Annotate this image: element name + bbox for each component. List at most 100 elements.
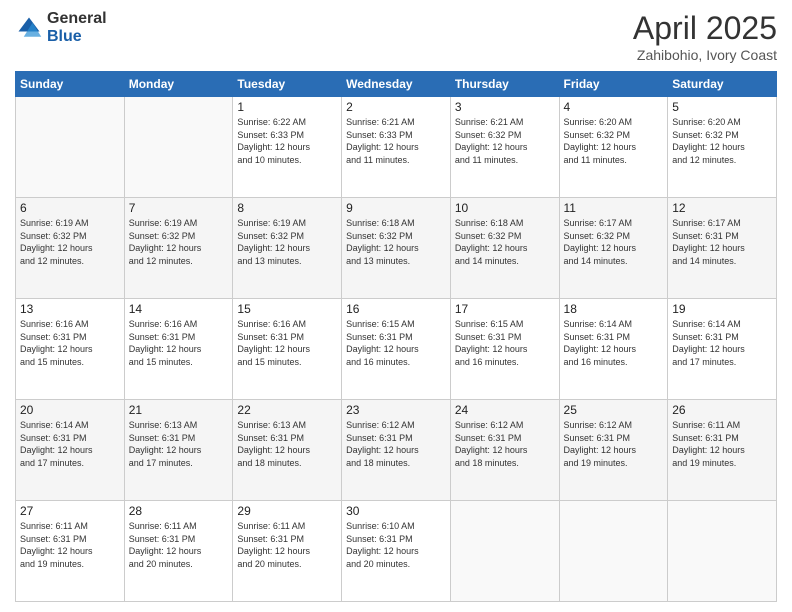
day-info: Sunrise: 6:11 AM Sunset: 6:31 PM Dayligh…	[672, 419, 772, 469]
day-info: Sunrise: 6:18 AM Sunset: 6:32 PM Dayligh…	[346, 217, 446, 267]
day-number: 24	[455, 403, 555, 417]
day-number: 28	[129, 504, 229, 518]
day-number: 2	[346, 100, 446, 114]
day-info: Sunrise: 6:12 AM Sunset: 6:31 PM Dayligh…	[564, 419, 664, 469]
day-number: 3	[455, 100, 555, 114]
col-friday: Friday	[559, 72, 668, 97]
day-number: 30	[346, 504, 446, 518]
day-number: 5	[672, 100, 772, 114]
day-info: Sunrise: 6:15 AM Sunset: 6:31 PM Dayligh…	[346, 318, 446, 368]
day-info: Sunrise: 6:19 AM Sunset: 6:32 PM Dayligh…	[129, 217, 229, 267]
calendar-cell: 27 Sunrise: 6:11 AM Sunset: 6:31 PM Dayli…	[16, 501, 125, 602]
calendar-cell: 3 Sunrise: 6:21 AM Sunset: 6:32 PM Daylig…	[450, 97, 559, 198]
day-info: Sunrise: 6:22 AM Sunset: 6:33 PM Dayligh…	[237, 116, 337, 166]
logo-icon	[15, 14, 43, 42]
calendar-week-5: 27 Sunrise: 6:11 AM Sunset: 6:31 PM Dayli…	[16, 501, 777, 602]
day-number: 9	[346, 201, 446, 215]
calendar-cell: 30 Sunrise: 6:10 AM Sunset: 6:31 PM Dayli…	[342, 501, 451, 602]
day-info: Sunrise: 6:11 AM Sunset: 6:31 PM Dayligh…	[20, 520, 120, 570]
calendar-cell: 2 Sunrise: 6:21 AM Sunset: 6:33 PM Daylig…	[342, 97, 451, 198]
calendar-cell: 15 Sunrise: 6:16 AM Sunset: 6:31 PM Dayli…	[233, 299, 342, 400]
calendar-cell: 5Sunrise: 6:20 AM Sunset: 6:32 PM Daylig…	[668, 97, 777, 198]
calendar-cell: 11Sunrise: 6:17 AM Sunset: 6:32 PM Dayli…	[559, 198, 668, 299]
day-info: Sunrise: 6:10 AM Sunset: 6:31 PM Dayligh…	[346, 520, 446, 570]
calendar-cell: 13 Sunrise: 6:16 AM Sunset: 6:31 PM Dayli…	[16, 299, 125, 400]
logo-text: General Blue	[47, 10, 107, 45]
day-info: Sunrise: 6:21 AM Sunset: 6:33 PM Dayligh…	[346, 116, 446, 166]
day-number: 22	[237, 403, 337, 417]
calendar-week-1: 1 Sunrise: 6:22 AM Sunset: 6:33 PM Daylig…	[16, 97, 777, 198]
calendar-cell: 18Sunrise: 6:14 AM Sunset: 6:31 PM Dayli…	[559, 299, 668, 400]
calendar-cell: 28 Sunrise: 6:11 AM Sunset: 6:31 PM Dayli…	[124, 501, 233, 602]
day-info: Sunrise: 6:21 AM Sunset: 6:32 PM Dayligh…	[455, 116, 555, 166]
logo: General Blue	[15, 10, 107, 45]
logo-general: General	[47, 10, 107, 28]
day-info: Sunrise: 6:11 AM Sunset: 6:31 PM Dayligh…	[129, 520, 229, 570]
col-saturday: Saturday	[668, 72, 777, 97]
col-thursday: Thursday	[450, 72, 559, 97]
col-wednesday: Wednesday	[342, 72, 451, 97]
day-info: Sunrise: 6:18 AM Sunset: 6:32 PM Dayligh…	[455, 217, 555, 267]
day-number: 25	[564, 403, 664, 417]
day-info: Sunrise: 6:13 AM Sunset: 6:31 PM Dayligh…	[129, 419, 229, 469]
day-info: Sunrise: 6:11 AM Sunset: 6:31 PM Dayligh…	[237, 520, 337, 570]
day-number: 29	[237, 504, 337, 518]
day-number: 27	[20, 504, 120, 518]
calendar-table: Sunday Monday Tuesday Wednesday Thursday…	[15, 71, 777, 602]
calendar-cell: 6 Sunrise: 6:19 AM Sunset: 6:32 PM Daylig…	[16, 198, 125, 299]
calendar-cell: 23 Sunrise: 6:12 AM Sunset: 6:31 PM Dayli…	[342, 400, 451, 501]
calendar-cell: 17 Sunrise: 6:15 AM Sunset: 6:31 PM Dayli…	[450, 299, 559, 400]
day-number: 23	[346, 403, 446, 417]
calendar-week-3: 13 Sunrise: 6:16 AM Sunset: 6:31 PM Dayli…	[16, 299, 777, 400]
calendar-subtitle: Zahibohio, Ivory Coast	[633, 47, 777, 63]
calendar-cell	[450, 501, 559, 602]
calendar-cell: 4Sunrise: 6:20 AM Sunset: 6:32 PM Daylig…	[559, 97, 668, 198]
calendar-cell	[559, 501, 668, 602]
calendar-cell: 25 Sunrise: 6:12 AM Sunset: 6:31 PM Dayli…	[559, 400, 668, 501]
page: General Blue April 2025 Zahibohio, Ivory…	[0, 0, 792, 612]
calendar-cell: 29 Sunrise: 6:11 AM Sunset: 6:31 PM Dayli…	[233, 501, 342, 602]
calendar-cell: 1 Sunrise: 6:22 AM Sunset: 6:33 PM Daylig…	[233, 97, 342, 198]
day-info: Sunrise: 6:19 AM Sunset: 6:32 PM Dayligh…	[20, 217, 120, 267]
calendar-cell: 10 Sunrise: 6:18 AM Sunset: 6:32 PM Dayli…	[450, 198, 559, 299]
day-number: 21	[129, 403, 229, 417]
day-info: Sunrise: 6:15 AM Sunset: 6:31 PM Dayligh…	[455, 318, 555, 368]
day-number: 14	[129, 302, 229, 316]
calendar-cell: 26 Sunrise: 6:11 AM Sunset: 6:31 PM Dayli…	[668, 400, 777, 501]
day-number: 6	[20, 201, 120, 215]
calendar-cell: 24 Sunrise: 6:12 AM Sunset: 6:31 PM Dayli…	[450, 400, 559, 501]
day-number: 8	[237, 201, 337, 215]
day-info: Sunrise: 6:14 AM Sunset: 6:31 PM Dayligh…	[564, 318, 664, 368]
day-info: Sunrise: 6:16 AM Sunset: 6:31 PM Dayligh…	[237, 318, 337, 368]
day-number: 20	[20, 403, 120, 417]
calendar-week-4: 20Sunrise: 6:14 AM Sunset: 6:31 PM Dayli…	[16, 400, 777, 501]
calendar-cell	[668, 501, 777, 602]
day-info: Sunrise: 6:14 AM Sunset: 6:31 PM Dayligh…	[672, 318, 772, 368]
calendar-cell: 21 Sunrise: 6:13 AM Sunset: 6:31 PM Dayli…	[124, 400, 233, 501]
calendar-cell: 19 Sunrise: 6:14 AM Sunset: 6:31 PM Dayli…	[668, 299, 777, 400]
calendar-cell: 20Sunrise: 6:14 AM Sunset: 6:31 PM Dayli…	[16, 400, 125, 501]
title-block: April 2025 Zahibohio, Ivory Coast	[633, 10, 777, 63]
day-info: Sunrise: 6:12 AM Sunset: 6:31 PM Dayligh…	[346, 419, 446, 469]
day-info: Sunrise: 6:13 AM Sunset: 6:31 PM Dayligh…	[237, 419, 337, 469]
day-number: 4	[564, 100, 664, 114]
day-number: 10	[455, 201, 555, 215]
day-number: 19	[672, 302, 772, 316]
day-number: 17	[455, 302, 555, 316]
calendar-cell: 8Sunrise: 6:19 AM Sunset: 6:32 PM Daylig…	[233, 198, 342, 299]
day-number: 12	[672, 201, 772, 215]
calendar-cell: 9 Sunrise: 6:18 AM Sunset: 6:32 PM Daylig…	[342, 198, 451, 299]
day-number: 26	[672, 403, 772, 417]
calendar-cell: 7 Sunrise: 6:19 AM Sunset: 6:32 PM Daylig…	[124, 198, 233, 299]
day-info: Sunrise: 6:12 AM Sunset: 6:31 PM Dayligh…	[455, 419, 555, 469]
day-info: Sunrise: 6:16 AM Sunset: 6:31 PM Dayligh…	[20, 318, 120, 368]
day-number: 11	[564, 201, 664, 215]
day-number: 1	[237, 100, 337, 114]
day-number: 15	[237, 302, 337, 316]
calendar-cell	[16, 97, 125, 198]
day-number: 13	[20, 302, 120, 316]
col-monday: Monday	[124, 72, 233, 97]
day-number: 7	[129, 201, 229, 215]
calendar-cell: 12Sunrise: 6:17 AM Sunset: 6:31 PM Dayli…	[668, 198, 777, 299]
calendar-week-2: 6 Sunrise: 6:19 AM Sunset: 6:32 PM Daylig…	[16, 198, 777, 299]
